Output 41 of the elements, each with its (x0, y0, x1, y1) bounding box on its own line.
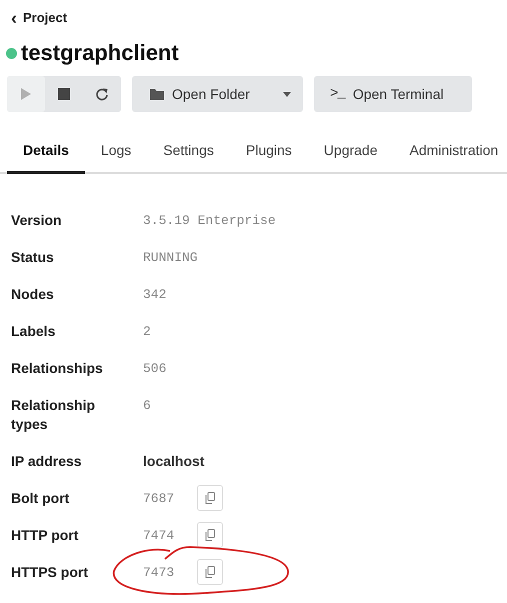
field-label: IP address (11, 452, 83, 471)
back-link[interactable]: ‹ Project (11, 8, 68, 28)
field-value: 7687 (143, 490, 176, 508)
field-label: HTTPS port (11, 563, 89, 582)
play-icon (19, 87, 33, 101)
tab[interactable]: Details (7, 133, 85, 174)
field-value: RUNNING (143, 249, 198, 267)
field-label: Status (11, 248, 55, 267)
stop-icon (57, 87, 71, 101)
tab[interactable]: Plugins (230, 133, 308, 174)
field-label: Nodes (11, 285, 55, 304)
field-label: Labels (11, 322, 56, 341)
copy-icon (205, 529, 215, 541)
field-label: HTTP port (11, 526, 80, 545)
copy-button[interactable] (197, 522, 223, 548)
copy-icon (205, 492, 215, 504)
field-value: 342 (143, 286, 168, 304)
field-label: Bolt port (11, 489, 70, 508)
field-value: 7473 (143, 564, 176, 582)
field-value: 2 (143, 323, 152, 341)
tab[interactable]: Upgrade (308, 133, 394, 174)
field-label: Relationship types (11, 396, 96, 434)
field-value: 3.5.19 Enterprise (143, 212, 276, 230)
copy-icon (205, 566, 215, 578)
tab[interactable]: Logs (84, 133, 148, 174)
caret-icon (283, 92, 291, 96)
restart-icon (95, 87, 109, 101)
field-label: Relationships (11, 359, 104, 378)
folder-icon (150, 88, 164, 100)
open-terminal-button[interactable]: >_ Open Terminal (314, 76, 472, 112)
field-value: localhost (143, 452, 204, 471)
field-value: 6 (143, 397, 152, 415)
tab[interactable]: Settings (147, 133, 230, 174)
project-title: testgraphclient (21, 40, 179, 66)
copy-button[interactable] (197, 559, 223, 585)
open-folder-button[interactable]: Open Folder (132, 76, 303, 112)
field-value: 7474 (143, 527, 176, 545)
field-value: 506 (143, 360, 168, 378)
tab[interactable]: Administration (394, 133, 498, 174)
field-label: Version (11, 211, 63, 230)
copy-button[interactable] (197, 485, 223, 511)
